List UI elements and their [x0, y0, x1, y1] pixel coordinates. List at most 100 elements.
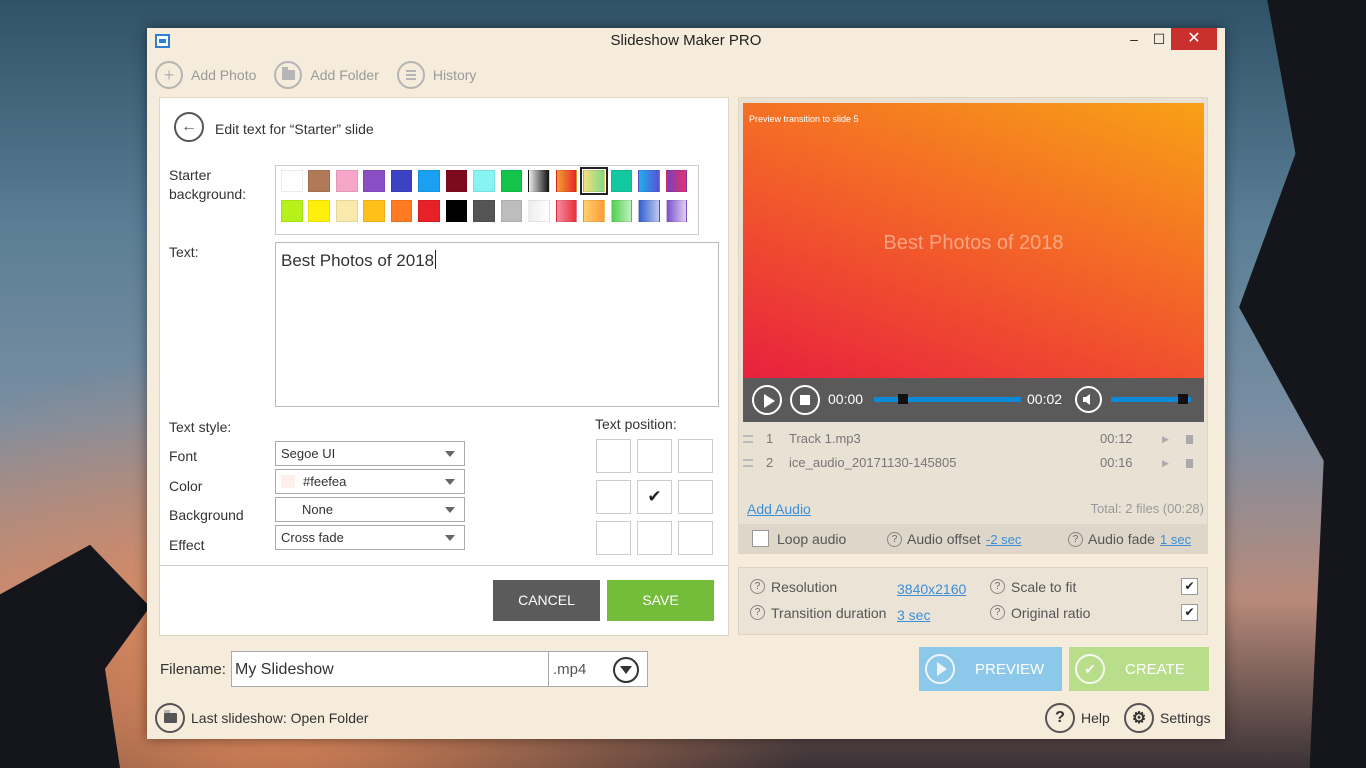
list-item[interactable]: 2 ice_audio_20171130-145805 00:16 ▶	[739, 452, 1207, 476]
add-folder-button[interactable]: Add Folder	[274, 61, 379, 89]
swatch-row-1	[281, 167, 693, 195]
color-swatch[interactable]	[665, 170, 688, 192]
color-swatch[interactable]	[445, 200, 468, 222]
color-swatch[interactable]	[308, 170, 331, 192]
volume-icon[interactable]	[1075, 386, 1102, 413]
add-photo-button[interactable]: + Add Photo	[155, 61, 256, 89]
color-swatch[interactable]	[281, 200, 303, 222]
color-swatch[interactable]	[390, 200, 413, 222]
help-icon[interactable]: ?	[1068, 532, 1083, 547]
palm-silhouette-left	[0, 544, 150, 768]
volume-handle[interactable]	[1178, 394, 1188, 404]
position-top-left[interactable]	[596, 439, 631, 473]
effect-dropdown[interactable]: Cross fade	[275, 525, 465, 550]
color-swatch[interactable]	[363, 200, 385, 222]
text-background-dropdown[interactable]: None	[275, 497, 465, 522]
minimize-button[interactable]: –	[1120, 28, 1148, 50]
audio-track-list: 1 Track 1.mp3 00:12 ▶ 2 ice_audio_201711…	[739, 428, 1207, 476]
color-swatch[interactable]	[580, 167, 608, 195]
background-label-line2: background:	[169, 186, 247, 202]
help-icon[interactable]: ?	[750, 605, 765, 620]
loop-audio-label: Loop audio	[777, 531, 847, 547]
add-audio-link[interactable]: Add Audio	[747, 501, 811, 517]
color-swatch[interactable]	[445, 170, 468, 192]
slide-text-input[interactable]: Best Photos of 2018	[275, 242, 719, 407]
help-icon[interactable]: ?	[887, 532, 902, 547]
position-top-right[interactable]	[678, 439, 713, 473]
maximize-button[interactable]: ☐	[1145, 28, 1173, 50]
delete-icon[interactable]	[1186, 459, 1193, 468]
font-label: Font	[169, 448, 198, 464]
color-swatch[interactable]	[555, 200, 578, 222]
original-ratio-label: Original ratio	[1011, 605, 1091, 621]
color-dropdown[interactable]: #feefea	[275, 469, 465, 494]
play-track-icon[interactable]: ▶	[1162, 458, 1169, 469]
color-swatch[interactable]	[418, 170, 440, 192]
track-name: Track 1.mp3	[789, 431, 861, 446]
back-arrow-icon[interactable]: ←	[174, 112, 204, 142]
font-value: Segoe UI	[281, 446, 336, 461]
drag-handle-icon[interactable]	[743, 435, 753, 443]
seek-handle[interactable]	[898, 394, 909, 404]
list-item[interactable]: 1 Track 1.mp3 00:12 ▶	[739, 428, 1207, 452]
position-middle-right[interactable]	[678, 480, 713, 514]
delete-icon[interactable]	[1186, 435, 1193, 444]
transition-duration-link[interactable]: 3 sec	[897, 607, 930, 623]
help-button[interactable]: ? Help	[1045, 703, 1110, 733]
filename-input[interactable]: My Slideshow	[231, 651, 549, 687]
color-swatch[interactable]	[473, 200, 495, 222]
color-swatch[interactable]	[555, 170, 578, 192]
chevron-down-circle-icon[interactable]	[613, 657, 639, 683]
extension-select[interactable]: .mp4	[548, 651, 648, 687]
play-button[interactable]	[752, 385, 782, 415]
original-ratio-checkbox[interactable]: ✔	[1181, 604, 1198, 621]
position-bottom-right[interactable]	[678, 521, 713, 555]
drag-handle-icon[interactable]	[743, 459, 753, 467]
color-swatch[interactable]	[500, 170, 523, 192]
media-player-bar: 00:00 00:02	[743, 378, 1204, 422]
color-swatch[interactable]	[473, 170, 495, 192]
color-swatch[interactable]	[281, 170, 303, 192]
stop-button[interactable]	[790, 385, 820, 415]
color-swatch[interactable]	[583, 200, 605, 222]
position-middle-left[interactable]	[596, 480, 631, 514]
color-swatch[interactable]	[665, 200, 688, 222]
position-bottom-center[interactable]	[637, 521, 672, 555]
save-button[interactable]: SAVE	[607, 580, 714, 621]
create-button[interactable]: ✔ CREATE	[1069, 647, 1209, 691]
position-bottom-left[interactable]	[596, 521, 631, 555]
last-slideshow-link[interactable]: Last slideshow: Open Folder	[155, 703, 368, 733]
resolution-link[interactable]: 3840x2160	[897, 581, 966, 597]
color-swatch[interactable]	[418, 200, 440, 222]
seek-bar[interactable]	[874, 397, 1021, 402]
toolbar: + Add Photo Add Folder History	[155, 60, 494, 90]
font-dropdown[interactable]: Segoe UI	[275, 441, 465, 466]
color-swatch[interactable]	[638, 200, 660, 222]
color-swatch[interactable]	[335, 200, 358, 222]
history-button[interactable]: History	[396, 61, 476, 89]
cancel-button[interactable]: CANCEL	[493, 580, 600, 621]
settings-button[interactable]: ⚙ Settings	[1124, 703, 1211, 733]
color-swatch[interactable]	[528, 200, 550, 222]
color-swatch[interactable]	[335, 170, 358, 192]
audio-fade-link[interactable]: 1 sec	[1160, 532, 1191, 547]
position-top-center[interactable]	[637, 439, 672, 473]
play-track-icon[interactable]: ▶	[1162, 434, 1169, 445]
close-button[interactable]: ✕	[1171, 28, 1217, 50]
color-swatch[interactable]	[500, 200, 523, 222]
help-icon[interactable]: ?	[750, 579, 765, 594]
color-swatch[interactable]	[610, 200, 633, 222]
color-swatch[interactable]	[528, 170, 550, 192]
color-swatch[interactable]	[610, 170, 633, 192]
color-swatch[interactable]	[363, 170, 385, 192]
help-icon[interactable]: ?	[990, 579, 1005, 594]
preview-button[interactable]: PREVIEW	[919, 647, 1062, 691]
help-icon[interactable]: ?	[990, 605, 1005, 620]
position-middle-center[interactable]: ✔	[637, 480, 672, 514]
scale-to-fit-checkbox[interactable]: ✔	[1181, 578, 1198, 595]
audio-offset-link[interactable]: -2 sec	[986, 532, 1021, 547]
color-swatch[interactable]	[390, 170, 413, 192]
color-swatch[interactable]	[308, 200, 331, 222]
loop-audio-checkbox[interactable]	[752, 530, 769, 547]
color-swatch[interactable]	[638, 170, 660, 192]
